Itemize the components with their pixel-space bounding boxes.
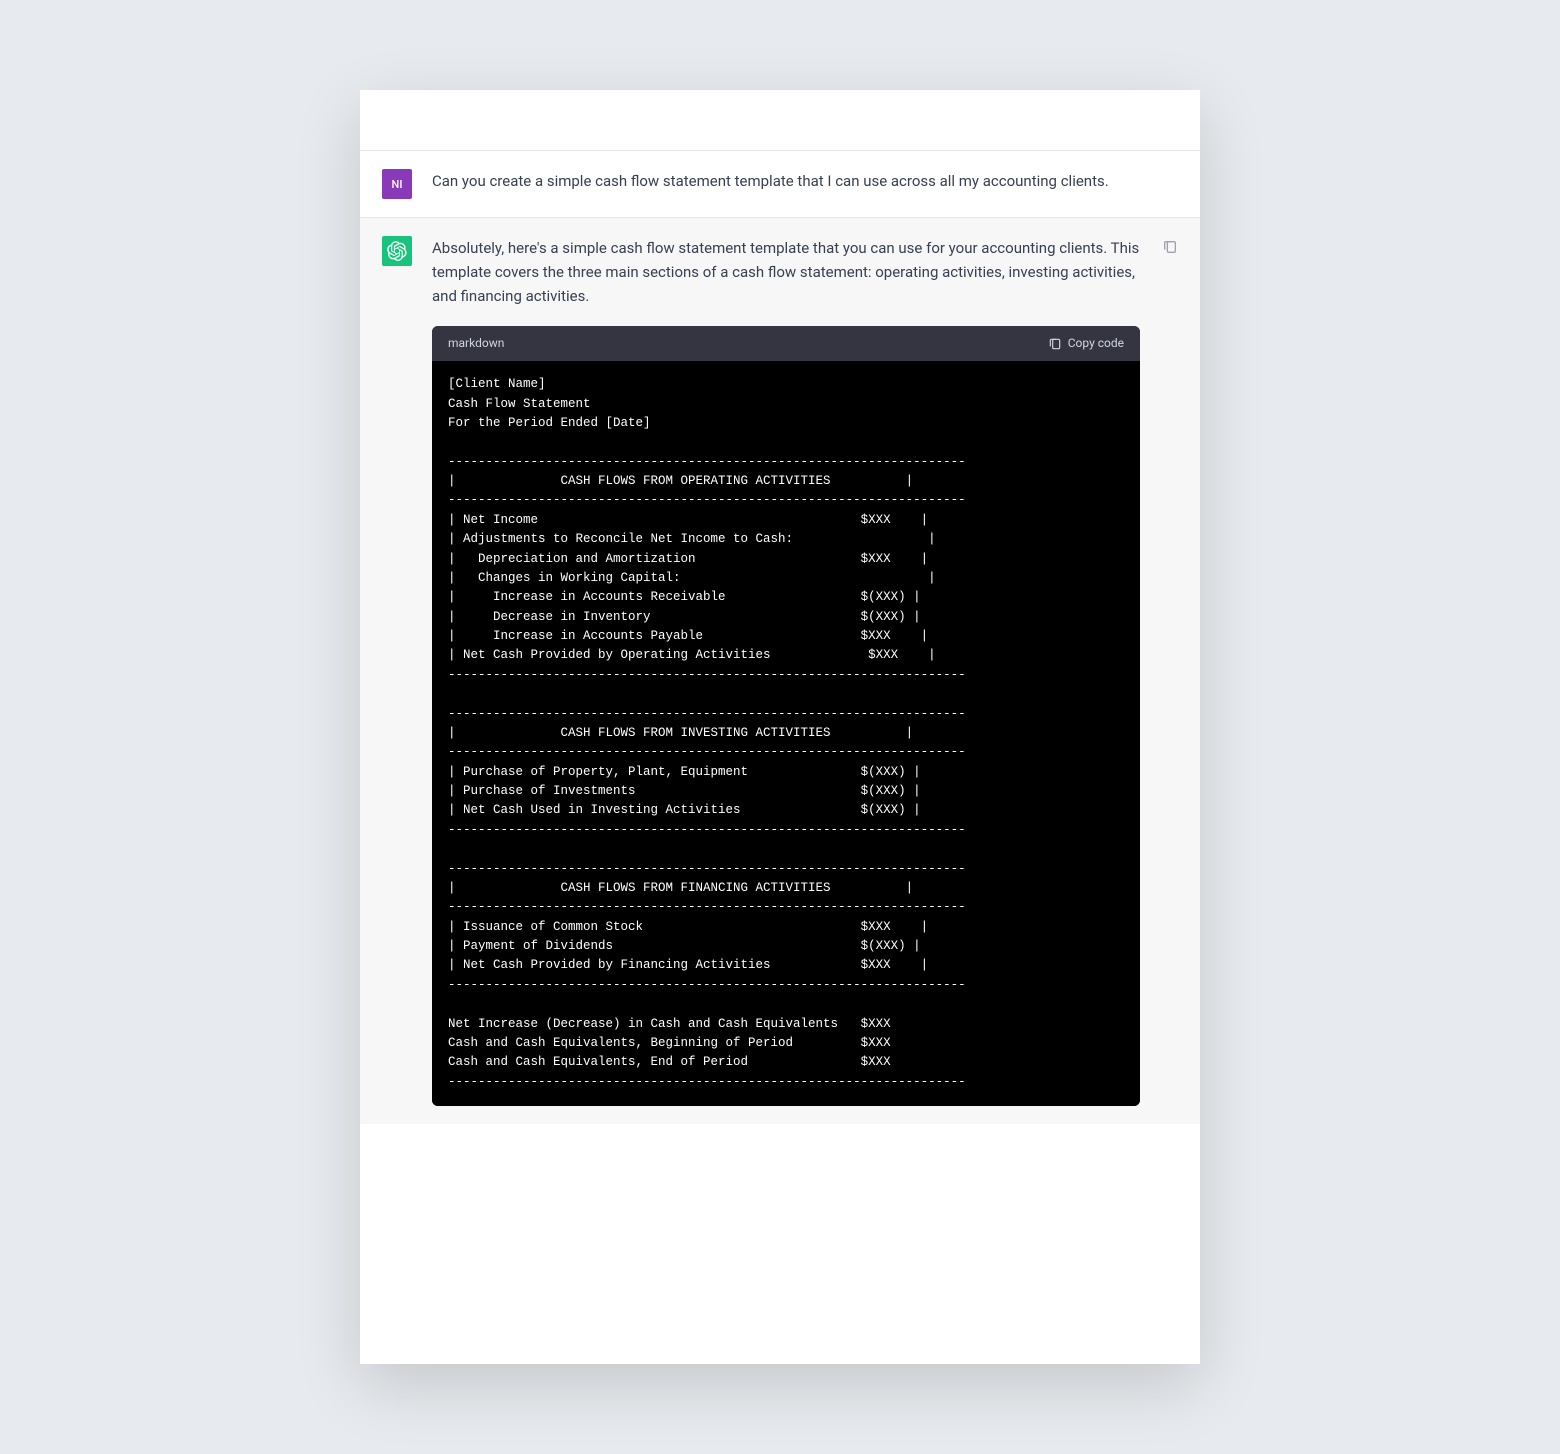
openai-logo-icon — [387, 241, 407, 261]
code-content[interactable]: [Client Name] Cash Flow Statement For th… — [432, 361, 1140, 1106]
assistant-avatar — [382, 236, 412, 266]
copy-code-button[interactable]: Copy code — [1048, 334, 1124, 353]
assistant-intro-text: Absolutely, here's a simple cash flow st… — [432, 239, 1139, 305]
assistant-message-content: Absolutely, here's a simple cash flow st… — [432, 236, 1140, 1106]
clipboard-icon — [1048, 337, 1062, 351]
code-header: markdown Copy code — [432, 326, 1140, 361]
chat-container: NI Can you create a simple cash flow sta… — [360, 90, 1200, 1364]
assistant-message-row: Absolutely, here's a simple cash flow st… — [360, 217, 1200, 1124]
user-avatar: NI — [382, 169, 412, 199]
code-language-label: markdown — [448, 334, 504, 353]
user-message-content: Can you create a simple cash flow statem… — [432, 169, 1140, 199]
copy-message-button[interactable] — [1162, 238, 1178, 254]
copy-code-label: Copy code — [1068, 334, 1124, 353]
code-block: markdown Copy code [Client Name] Cash Fl… — [432, 326, 1140, 1106]
clipboard-icon — [1162, 239, 1178, 255]
user-avatar-initials: NI — [392, 178, 403, 191]
user-message-row: NI Can you create a simple cash flow sta… — [360, 150, 1200, 217]
user-message-text: Can you create a simple cash flow statem… — [432, 172, 1109, 190]
